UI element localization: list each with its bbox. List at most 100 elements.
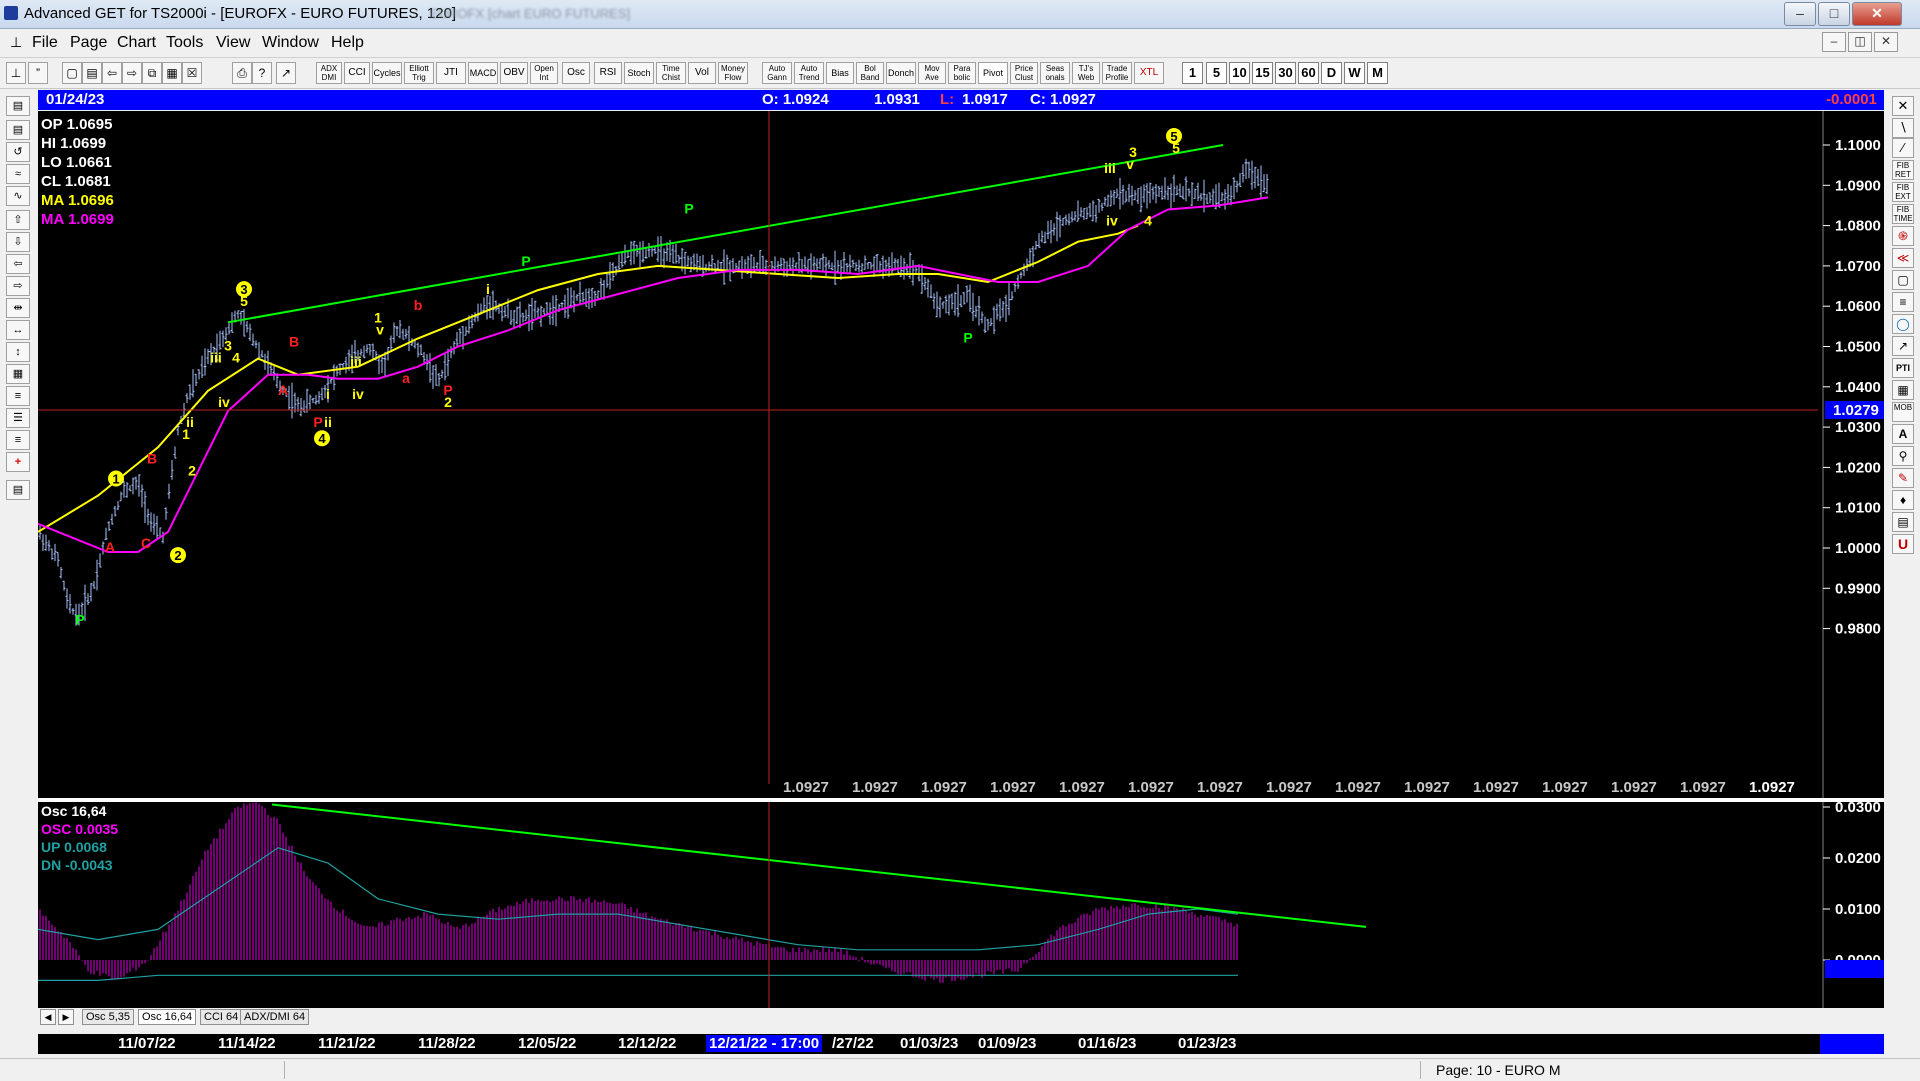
arrow-up-icon[interactable]: ⇧ xyxy=(6,210,30,230)
ellipse-icon[interactable]: ◯ xyxy=(1892,314,1914,334)
ruler-icon[interactable]: ▤ xyxy=(6,120,30,140)
spiral-icon[interactable]: ֍ xyxy=(1892,226,1914,246)
study-money-flow-button[interactable]: Money Flow xyxy=(718,62,748,84)
study-pivot-button[interactable]: Pivot xyxy=(978,62,1008,84)
study-auto-trend-button[interactable]: Auto Trend xyxy=(794,62,824,84)
timeframe-15-button[interactable]: 15 xyxy=(1252,62,1273,84)
study-osc-button[interactable]: Osc xyxy=(562,62,590,84)
close-tool-icon[interactable]: ✕ xyxy=(1892,96,1914,116)
zoom-icon[interactable]: ⚲ xyxy=(1892,446,1914,466)
study-adx-dmi-button[interactable]: ADX DMI xyxy=(316,62,342,84)
arrow-right-icon[interactable]: ⇨ xyxy=(6,276,30,296)
expand-vertical-icon[interactable]: ↕ xyxy=(6,342,30,362)
minimize-button[interactable]: – xyxy=(1784,2,1816,26)
settings-icon[interactable]: ▤ xyxy=(6,480,30,500)
mdi-minimize-button[interactable]: – xyxy=(1822,32,1846,52)
study-trade-profile-button[interactable]: Trade Profile xyxy=(1102,62,1132,84)
tab-osc-5-35[interactable]: Osc 5,35 xyxy=(82,1009,135,1025)
study-macd-button[interactable]: MACD xyxy=(468,62,498,84)
menu-view[interactable]: View xyxy=(216,34,250,52)
study-tjs-web-button[interactable]: TJ's Web xyxy=(1072,62,1100,84)
study-open-int-button[interactable]: Open Int xyxy=(530,62,558,84)
back-icon[interactable]: ⇦ xyxy=(102,62,122,84)
study-bol-band-button[interactable]: Bol Band xyxy=(856,62,884,84)
timeframe-60-button[interactable]: 60 xyxy=(1298,62,1319,84)
eraser-icon[interactable]: ✎ xyxy=(1892,468,1914,488)
fib-icon[interactable]: ≡ xyxy=(6,430,30,450)
fib-extension-icon[interactable]: FIB EXT xyxy=(1892,182,1914,202)
close-button[interactable]: ✕ xyxy=(1852,2,1902,26)
forward-icon[interactable]: ⇨ xyxy=(122,62,142,84)
study-cycles-button[interactable]: Cycles xyxy=(372,62,402,84)
list-icon[interactable]: ▤ xyxy=(1892,512,1914,532)
timeframe-d-button[interactable]: D xyxy=(1321,62,1342,84)
maximize-button[interactable]: □ xyxy=(1818,2,1850,26)
help-pointer-icon[interactable]: ↗ xyxy=(276,62,296,84)
study-seasonals-button[interactable]: Seas onals xyxy=(1040,62,1070,84)
study-price-clust-button[interactable]: Price Clust xyxy=(1010,62,1038,84)
arrow-down-icon[interactable]: ⇩ xyxy=(6,232,30,252)
mob-icon[interactable]: MOB xyxy=(1892,402,1914,422)
box-icon[interactable]: ▢ xyxy=(1892,270,1914,290)
trend-angle-icon[interactable]: ↗ xyxy=(1892,336,1914,356)
mdi-close-button[interactable]: ✕ xyxy=(1874,32,1898,52)
study-icon[interactable]: ≈ xyxy=(6,164,30,184)
study-obv-button[interactable]: OBV xyxy=(500,62,528,84)
oscillator-chart[interactable]: 0.03000.02000.01000.0000 Osc 16,64 OSC 0… xyxy=(37,799,1884,1008)
menu-help[interactable]: Help xyxy=(331,34,364,52)
close-chart-icon[interactable]: ☒ xyxy=(182,62,202,84)
study-bias-button[interactable]: Bias xyxy=(826,62,854,84)
lines-icon[interactable]: ≡ xyxy=(6,386,30,406)
study-xtl-button[interactable]: XTL xyxy=(1134,62,1164,84)
pointer-tool-icon[interactable]: ⊥ xyxy=(6,62,26,84)
elliott-icon[interactable]: ∿ xyxy=(6,186,30,206)
study-donch-button[interactable]: Donch xyxy=(886,62,916,84)
mdi-restore-button[interactable]: ◫ xyxy=(1848,32,1872,52)
grid-icon[interactable]: ▦ xyxy=(162,62,182,84)
menu-window[interactable]: Window xyxy=(262,34,319,52)
channel-icon[interactable]: ≡ xyxy=(1892,292,1914,312)
pti-icon[interactable]: PTI xyxy=(1892,358,1914,378)
study-jti-button[interactable]: JTI xyxy=(436,62,466,84)
tab-osc-16-64[interactable]: Osc 16,64 xyxy=(138,1009,197,1025)
study-auto-gann-button[interactable]: Auto Gann xyxy=(762,62,792,84)
menu-file[interactable]: File xyxy=(32,34,58,52)
compress-icon[interactable]: ⇹ xyxy=(6,298,30,318)
gann-icon[interactable]: ☰ xyxy=(6,408,30,428)
menu-tools[interactable]: Tools xyxy=(166,34,203,52)
undo-icon[interactable]: U xyxy=(1892,534,1914,554)
arrow-left-icon[interactable]: ⇦ xyxy=(6,254,30,274)
reset-icon[interactable]: ↺ xyxy=(6,142,30,162)
timeframe-5-button[interactable]: 5 xyxy=(1206,62,1227,84)
quote-tool-icon[interactable]: ” xyxy=(28,62,48,84)
pencil-tool-icon[interactable]: ∕ xyxy=(1892,138,1914,158)
tab-scroll-right-icon[interactable]: ▶ xyxy=(58,1009,74,1025)
copy-icon[interactable]: ⧉ xyxy=(142,62,162,84)
timeframe-m-button[interactable]: M xyxy=(1367,62,1388,84)
open-folder-icon[interactable]: ▤ xyxy=(82,62,102,84)
crosshair-icon[interactable]: + xyxy=(6,452,30,472)
tab-cci-64[interactable]: CCI 64 xyxy=(200,1009,243,1025)
oscillator-svg[interactable]: 0.03000.02000.01000.0000 Osc 16,64 OSC 0… xyxy=(37,799,1884,1008)
menu-page[interactable]: Page xyxy=(70,34,107,52)
tab-adx-dmi-64[interactable]: ADX/DMI 64 xyxy=(240,1009,310,1025)
study-cci-button[interactable]: CCI xyxy=(344,62,370,84)
marker-icon[interactable]: ♦ xyxy=(1892,490,1914,510)
study-rsi-button[interactable]: RSI xyxy=(594,62,622,84)
new-page-icon[interactable]: ▢ xyxy=(62,62,82,84)
fan-icon[interactable]: ≪ xyxy=(1892,248,1914,268)
text-tool-icon[interactable]: A xyxy=(1892,424,1914,444)
timeframe-10-button[interactable]: 10 xyxy=(1229,62,1250,84)
fib-time-icon[interactable]: FIB TIME xyxy=(1892,204,1914,224)
study-elliott-trig-button[interactable]: Elliott Trig xyxy=(404,62,434,84)
fib-retrace-icon[interactable]: FIB RET xyxy=(1892,160,1914,180)
timeframe-w-button[interactable]: W xyxy=(1344,62,1365,84)
timeframe-1-button[interactable]: 1 xyxy=(1182,62,1203,84)
hint-icon[interactable]: ? xyxy=(252,62,272,84)
tab-scroll-left-icon[interactable]: ◀ xyxy=(40,1009,56,1025)
grid-icon[interactable]: ▦ xyxy=(6,364,30,384)
grid-tool-icon[interactable]: ▦ xyxy=(1892,380,1914,400)
open-chart-icon[interactable]: ▤ xyxy=(6,96,30,116)
study-time-chist-button[interactable]: Time Chist xyxy=(656,62,686,84)
price-chart[interactable]: P 1 B A C 2 1 ii 2 iii iv 3 4 3 5 B A Pi ii 4 iii iv 1 v b a P 2 i P P… xyxy=(37,111,1884,798)
